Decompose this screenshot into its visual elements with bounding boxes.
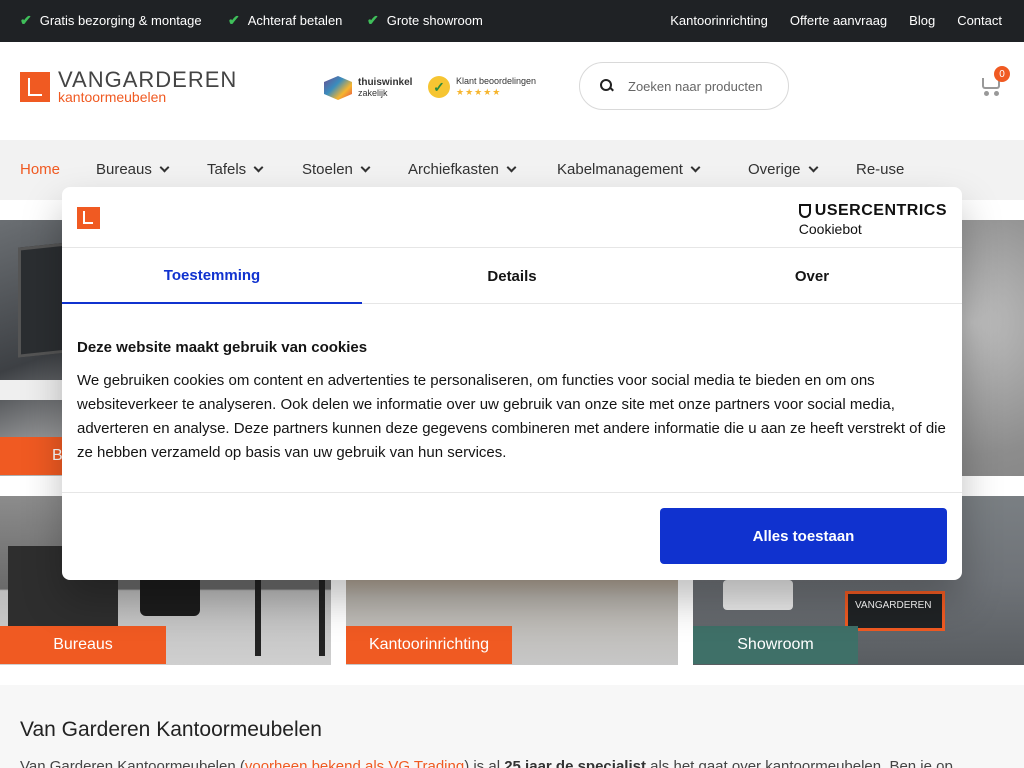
bureaus-button[interactable]: Bureaus (0, 626, 166, 664)
reviews-badge[interactable]: ✓ Klant beoordelingen ★★★★★ (428, 76, 536, 98)
usp-payment: ✔ Achteraf betalen (228, 12, 342, 29)
nav-label: Stoelen (302, 161, 353, 178)
tab-details[interactable]: Details (362, 249, 662, 304)
thuiswinkel-icon (324, 76, 352, 100)
tab-toestemming[interactable]: Toestemming (62, 249, 362, 304)
shield-icon (798, 204, 811, 218)
usp-showroom: ✔ Grote showroom (367, 12, 483, 29)
logo-sub: kantoormeubelen (58, 89, 167, 105)
top-links: Kantoorinrichting Offerte aanvraag Blog … (670, 13, 1002, 28)
usp-delivery: ✔ Gratis bezorging & montage (20, 12, 202, 29)
nav-label: Tafels (207, 161, 247, 178)
check-icon: ✔ (20, 12, 32, 28)
about-link[interactable]: voorheen bekend als VG Trading (245, 758, 464, 768)
about-section: Van Garderen Kantoormeubelen Van Gardere… (0, 685, 1024, 768)
top-bar: ✔ Gratis bezorging & montage ✔ Achteraf … (0, 0, 1024, 42)
usp-label: Gratis bezorging & montage (39, 13, 202, 28)
nav-item-reuse[interactable]: Re-use (856, 161, 904, 178)
logo-chair-icon (20, 72, 50, 102)
thuiswinkel-badge[interactable]: thuiswinkel zakelijk (324, 76, 412, 100)
logo-brand: VANGARDEREN (58, 67, 238, 92)
review-check-icon: ✓ (428, 76, 450, 98)
cookie-description: We gebruiken cookies om content en adver… (77, 372, 946, 461)
about-text: Van Garderen Kantoormeubelen (voorheen b… (20, 758, 953, 768)
chevron-down-icon (690, 162, 701, 173)
showroom-sign-text: VANGARDEREN (855, 600, 932, 611)
provider-name: USERCENTRICS (814, 202, 947, 219)
cookie-dialog-header: USERCENTRICS Cookiebot (62, 187, 962, 248)
check-icon: ✔ (367, 12, 379, 28)
nav-item-home[interactable]: Home (20, 161, 60, 178)
cookie-consent-dialog: USERCENTRICS Cookiebot Toestemming Detai… (62, 187, 962, 580)
cookie-tabs: Toestemming Details Over (62, 249, 962, 304)
provider-product: Cookiebot (798, 221, 862, 237)
divider (62, 492, 962, 493)
nav-item-bureaus[interactable]: Bureaus (96, 161, 170, 178)
toplink-kantoorinrichting[interactable]: Kantoorinrichting (670, 13, 768, 28)
toplink-offerte[interactable]: Offerte aanvraag (790, 13, 887, 28)
site-logo[interactable]: VANGARDEREN kantoormeubelen (20, 67, 238, 105)
tab-over[interactable]: Over (662, 249, 962, 304)
badge-line2: zakelijk (358, 88, 388, 98)
nav-label: Overige (748, 161, 801, 178)
nav-label: Bureaus (96, 161, 152, 178)
reviews-label: Klant beoordelingen (456, 76, 537, 86)
nav-item-stoelen[interactable]: Stoelen (302, 161, 371, 178)
kantoorinrichting-button[interactable]: Kantoorinrichting (346, 626, 512, 664)
search-box[interactable] (579, 62, 789, 110)
usp-label: Achteraf betalen (247, 13, 343, 28)
nav-label: Re-use (856, 161, 905, 178)
usercentrics-logo[interactable]: USERCENTRICS Cookiebot (798, 202, 947, 237)
nav-item-kabelmanagement[interactable]: Kabelmanagement (557, 161, 701, 178)
nav-label: Archiefkasten (408, 161, 499, 178)
chevron-down-icon (506, 162, 517, 173)
search-icon[interactable] (600, 79, 614, 93)
check-icon: ✔ (228, 12, 240, 28)
cart-count-badge: 0 (994, 66, 1010, 82)
search-input[interactable] (628, 78, 778, 94)
nav-label: Home (20, 161, 61, 178)
reviews-stars: ★★★★★ (456, 87, 502, 97)
toplink-blog[interactable]: Blog (909, 13, 935, 28)
showroom-button[interactable]: Showroom (693, 626, 858, 664)
chevron-down-icon (159, 162, 170, 173)
site-logo-icon (77, 207, 100, 229)
nav-label: Kabelmanagement (557, 161, 683, 178)
usp-label: Grote showroom (386, 13, 483, 28)
about-title: Van Garderen Kantoormeubelen (20, 718, 322, 741)
badge-line1: thuiswinkel (358, 77, 413, 88)
cookie-body: Deze website maakt gebruik van cookies W… (77, 339, 947, 465)
site-header: VANGARDEREN kantoormeubelen thuiswinkel z… (0, 42, 1024, 140)
allow-all-button[interactable]: Alles toestaan (660, 508, 947, 564)
nav-item-archiefkasten[interactable]: Archiefkasten (408, 161, 517, 178)
chevron-down-icon (253, 162, 264, 173)
chevron-down-icon (808, 162, 818, 173)
toplink-contact[interactable]: Contact (957, 13, 1002, 28)
cookie-heading: Deze website maakt gebruik van cookies (77, 339, 368, 356)
chevron-down-icon (360, 162, 371, 173)
nav-item-tafels[interactable]: Tafels (207, 161, 264, 178)
nav-item-overige[interactable]: Overige (748, 161, 818, 178)
